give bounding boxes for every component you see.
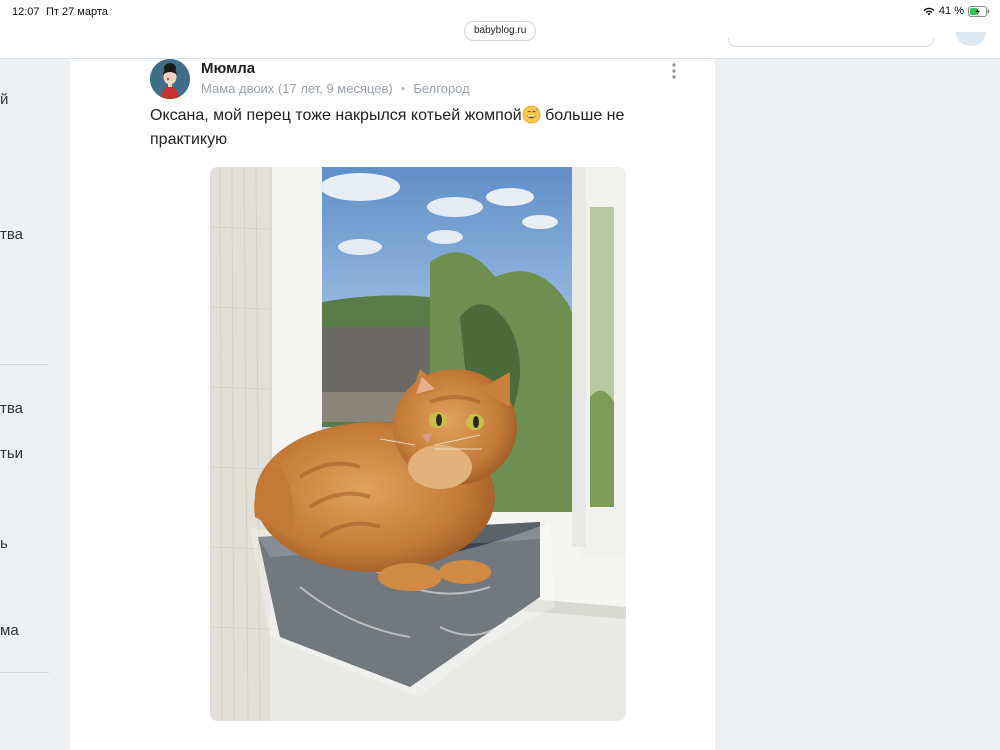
- status-time: 12:07: [12, 6, 40, 18]
- grinning-sweat-emoji: [522, 105, 541, 124]
- header-search-input[interactable]: [728, 38, 934, 47]
- sidebar-item-5[interactable]: ь: [0, 535, 8, 552]
- sidebar-item-4[interactable]: тьи: [0, 445, 23, 462]
- status-date: Пт 27 марта: [46, 6, 108, 18]
- post-text: Оксана, мой перец тоже накрылся котьей ж…: [150, 104, 690, 152]
- sidebar-item-1[interactable]: й: [0, 91, 8, 108]
- post-body: , мой перец тоже накрылся котьей жомпой: [204, 107, 522, 124]
- wifi-icon: [923, 7, 935, 16]
- more-vertical-icon[interactable]: [668, 61, 680, 81]
- sidebar-divider: [0, 364, 49, 365]
- battery-charging-icon: [968, 5, 990, 17]
- post-photo[interactable]: [210, 167, 626, 721]
- post-card: Мюмла Мама двоих (17 лет, 9 месяцев) • Бел…: [70, 59, 715, 750]
- sidebar-item-6[interactable]: ма: [0, 622, 19, 639]
- sidebar-item-3[interactable]: тва: [0, 400, 23, 417]
- author-meta: Мама двоих (17 лет, 9 месяцев) • Белгород: [201, 81, 470, 96]
- sidebar-divider: [0, 672, 49, 673]
- user-avatar[interactable]: [956, 32, 986, 46]
- status-right: 41 %: [923, 5, 990, 17]
- author-avatar[interactable]: [150, 59, 190, 99]
- author-location: Белгород: [413, 81, 470, 96]
- meta-separator: •: [400, 81, 406, 96]
- avatar-illustration: [150, 59, 190, 99]
- author-name[interactable]: Мюмла: [201, 60, 255, 77]
- left-sidebar: й тва тва тьи ь ма: [0, 59, 68, 750]
- url-bar[interactable]: babyblog.ru: [464, 21, 537, 41]
- battery-percent: 41 %: [938, 5, 964, 17]
- browser-bar: babyblog.ru: [0, 21, 1000, 59]
- mention-link[interactable]: Оксана: [150, 107, 204, 124]
- right-panel: [715, 59, 1000, 750]
- author-status: Мама двоих (17 лет, 9 месяцев): [201, 81, 393, 96]
- sidebar-item-2[interactable]: тва: [0, 226, 23, 243]
